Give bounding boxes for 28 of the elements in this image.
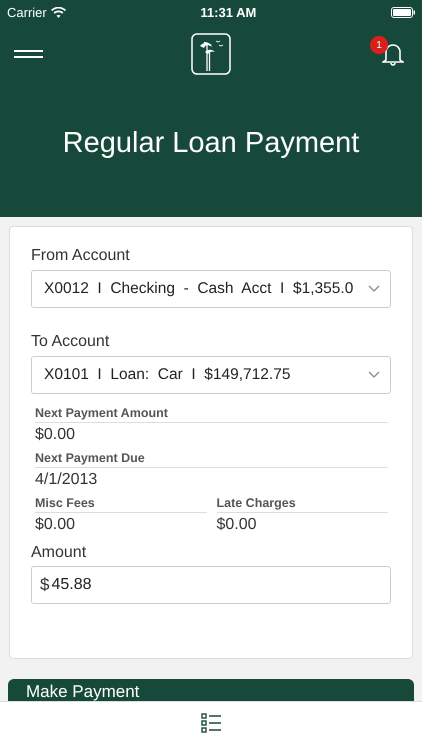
detail-value: $0.00 (35, 425, 76, 444)
amount-field[interactable]: $45.88 (31, 566, 391, 604)
notifications-button[interactable] (382, 42, 404, 66)
detail-label: Late Charges (216, 496, 388, 513)
field-label: From Account (31, 247, 131, 265)
list-icon[interactable] (200, 713, 222, 733)
to-account-dropdown[interactable]: X0101 I Loan: Car I $149,712.75 (31, 356, 391, 394)
status-time: 11:31 AM (200, 4, 256, 20)
detail-label: Next Payment Due (35, 451, 388, 468)
palm-tree-logo-icon (191, 33, 231, 75)
battery-icon (391, 6, 416, 18)
detail-value: 4/1/2013 (35, 470, 98, 489)
notification-badge: 1 (370, 36, 388, 54)
detail-label: Misc Fees (35, 496, 206, 513)
carrier-label: Carrier (7, 4, 47, 20)
field-label: Amount (31, 544, 88, 562)
detail-label: Next Payment Amount (35, 406, 388, 423)
from-account-dropdown[interactable]: X0012 I Checking - Cash Acct I $1,355.0 (31, 270, 391, 308)
wifi-icon (50, 6, 66, 18)
make-payment-button[interactable]: Make Payment (8, 679, 414, 703)
field-label: To Account (31, 333, 110, 351)
detail-value: $0.00 (35, 515, 76, 534)
chevron-down-icon (368, 371, 380, 379)
detail-value: $0.00 (216, 515, 258, 534)
menu-button[interactable] (14, 49, 44, 59)
currency-symbol: $ (40, 575, 50, 595)
page-title: Regular Loan Payment (62, 126, 360, 160)
chevron-down-icon (368, 285, 380, 293)
